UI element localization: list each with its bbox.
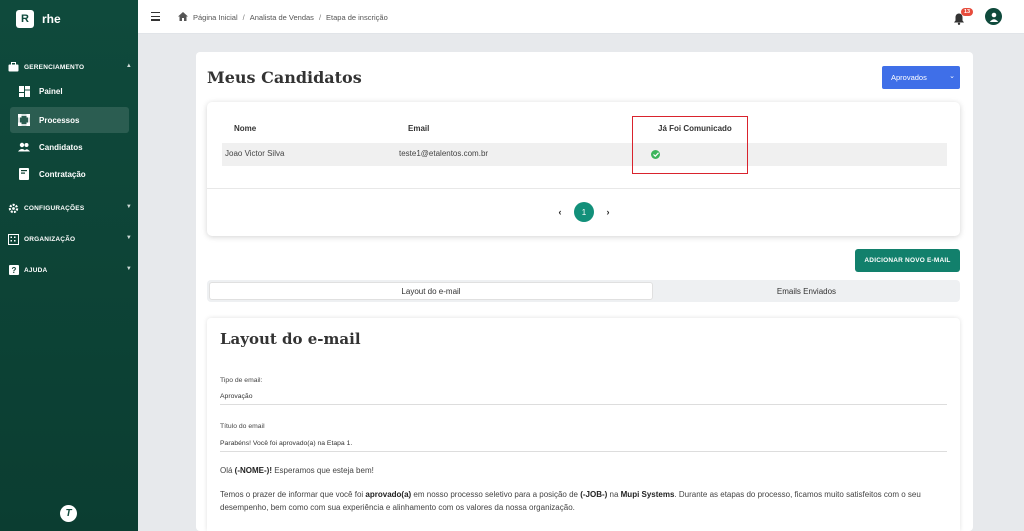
- job-placeholder: (-JOB-): [580, 490, 608, 499]
- highlight-annotation: [632, 116, 748, 174]
- main-card: Meus Candidatos Aprovados ⌄ Nome Email J…: [196, 52, 973, 531]
- briefcase-icon: [8, 62, 19, 73]
- menu-toggle-icon[interactable]: [151, 12, 160, 21]
- sidebar-section-configuracoes[interactable]: CONFIGURAÇÕES ▼: [0, 199, 138, 217]
- column-header-name[interactable]: Nome: [234, 124, 256, 133]
- dashboard-icon: [18, 85, 30, 97]
- status-filter-select[interactable]: Aprovados ⌄: [882, 66, 960, 89]
- tab-sent-emails[interactable]: Emails Enviados: [655, 282, 958, 300]
- email-subject-label: Título do email: [220, 423, 265, 430]
- sidebar-section-gerenciamento[interactable]: GERENCIAMENTO ▲: [0, 58, 138, 76]
- sidebar-item-candidatos[interactable]: Candidatos: [10, 134, 129, 160]
- section-title: Layout do e-mail: [220, 330, 361, 348]
- breadcrumb-item-stage: Etapa de inscrição: [326, 13, 388, 22]
- brand[interactable]: R rhe: [16, 10, 61, 28]
- breadcrumb-separator: /: [242, 13, 245, 22]
- email-subject-field[interactable]: Parabéns! Você foi aprovado(a) na Etapa …: [220, 440, 947, 452]
- email-layout-panel: Layout do e-mail Tipo de email: Aprovaçã…: [207, 318, 960, 531]
- add-email-button[interactable]: ADICIONAR NOVO E-MAIL: [855, 249, 960, 272]
- gear-icon: [8, 203, 19, 214]
- cell-name: Joao Victor Silva: [225, 149, 285, 158]
- sidebar-item-label: Contratação: [39, 169, 86, 179]
- process-icon: [18, 114, 30, 126]
- email-body-paragraph: Temos o prazer de informar que você foi …: [220, 489, 950, 514]
- home-icon[interactable]: [178, 12, 188, 23]
- email-type-label: Tipo de email:: [220, 377, 263, 384]
- people-icon: [18, 141, 30, 153]
- page-title: Meus Candidatos: [207, 68, 362, 87]
- tabs: Layout do e-mail Emails Enviados: [207, 280, 960, 302]
- chevron-down-icon: ▼: [125, 204, 132, 210]
- sidebar-item-label: Painel: [39, 86, 63, 96]
- notification-badge: 13: [961, 8, 974, 16]
- company-name: Mupi Systems: [620, 490, 675, 499]
- breadcrumb-item-job[interactable]: Analista de Vendas: [250, 13, 314, 22]
- chevron-down-icon: ▼: [125, 266, 132, 272]
- sidebar: R rhe GERENCIAMENTO ▲ Painel Processos C…: [0, 0, 138, 531]
- status-filter-value: Aprovados: [891, 73, 927, 82]
- chevron-down-icon: ▼: [125, 235, 132, 241]
- body-bold: aprovado(a): [365, 490, 412, 499]
- sidebar-section-label: CONFIGURAÇÕES: [24, 204, 85, 212]
- brand-name: rhe: [42, 12, 61, 26]
- user-avatar[interactable]: [985, 8, 1002, 25]
- breadcrumb-item-home[interactable]: Página Inicial: [193, 13, 238, 22]
- building-icon: [8, 233, 19, 245]
- email-type-field[interactable]: Aprovação: [220, 393, 947, 405]
- sidebar-item-contratacao[interactable]: Contratação: [10, 161, 129, 187]
- sidebar-item-processos[interactable]: Processos: [10, 107, 129, 133]
- tab-layout[interactable]: Layout do e-mail: [209, 282, 653, 300]
- topbar: Página Inicial / Analista de Vendas / Et…: [138, 0, 1024, 34]
- svg-text:?: ?: [11, 266, 16, 275]
- sidebar-section-ajuda[interactable]: ? AJUDA ▼: [0, 261, 138, 279]
- column-header-email[interactable]: Email: [408, 124, 429, 133]
- table-row[interactable]: Joao Victor Silva teste1@etalentos.com.b…: [222, 143, 947, 166]
- sidebar-section-label: ORGANIZAÇÃO: [24, 235, 76, 243]
- pagination: ‹ 1 ›: [552, 202, 616, 222]
- cell-email: teste1@etalentos.com.br: [399, 149, 489, 158]
- sidebar-item-label: Candidatos: [39, 142, 83, 152]
- greeting-text: Olá: [220, 466, 235, 475]
- body-text: na: [607, 490, 621, 499]
- contract-icon: [18, 168, 30, 180]
- sidebar-item-painel[interactable]: Painel: [10, 78, 129, 104]
- sidebar-item-label: Processos: [39, 115, 80, 125]
- breadcrumb-separator: /: [318, 13, 322, 22]
- greeting-text: Esperamos que esteja bem!: [272, 466, 374, 475]
- divider: [207, 188, 960, 189]
- help-icon: ?: [8, 265, 19, 276]
- sidebar-section-label: GERENCIAMENTO: [24, 63, 85, 71]
- pagination-prev-button[interactable]: ‹: [552, 204, 568, 220]
- brand-logo: R: [16, 10, 34, 28]
- name-placeholder: (-NOME-)!: [234, 466, 272, 475]
- pagination-next-button[interactable]: ›: [600, 204, 616, 220]
- chevron-up-icon: ▲: [125, 63, 132, 69]
- pagination-page-button[interactable]: 1: [574, 202, 594, 222]
- email-greeting: Olá (-NOME-)! Esperamos que esteja bem!: [220, 465, 950, 478]
- body-text: Temos o prazer de informar que você foi: [220, 490, 366, 499]
- footer-logo: T: [60, 505, 77, 522]
- sidebar-section-label: AJUDA: [24, 266, 48, 274]
- breadcrumb: Página Inicial / Analista de Vendas / Et…: [178, 12, 388, 23]
- candidates-table: Nome Email Já Foi Comunicado Joao Victor…: [207, 102, 960, 236]
- chevron-down-icon: ⌄: [949, 73, 955, 80]
- body-text: em nosso processo seletivo para a posiçã…: [411, 490, 581, 499]
- sidebar-section-organizacao[interactable]: ORGANIZAÇÃO ▼: [0, 230, 138, 248]
